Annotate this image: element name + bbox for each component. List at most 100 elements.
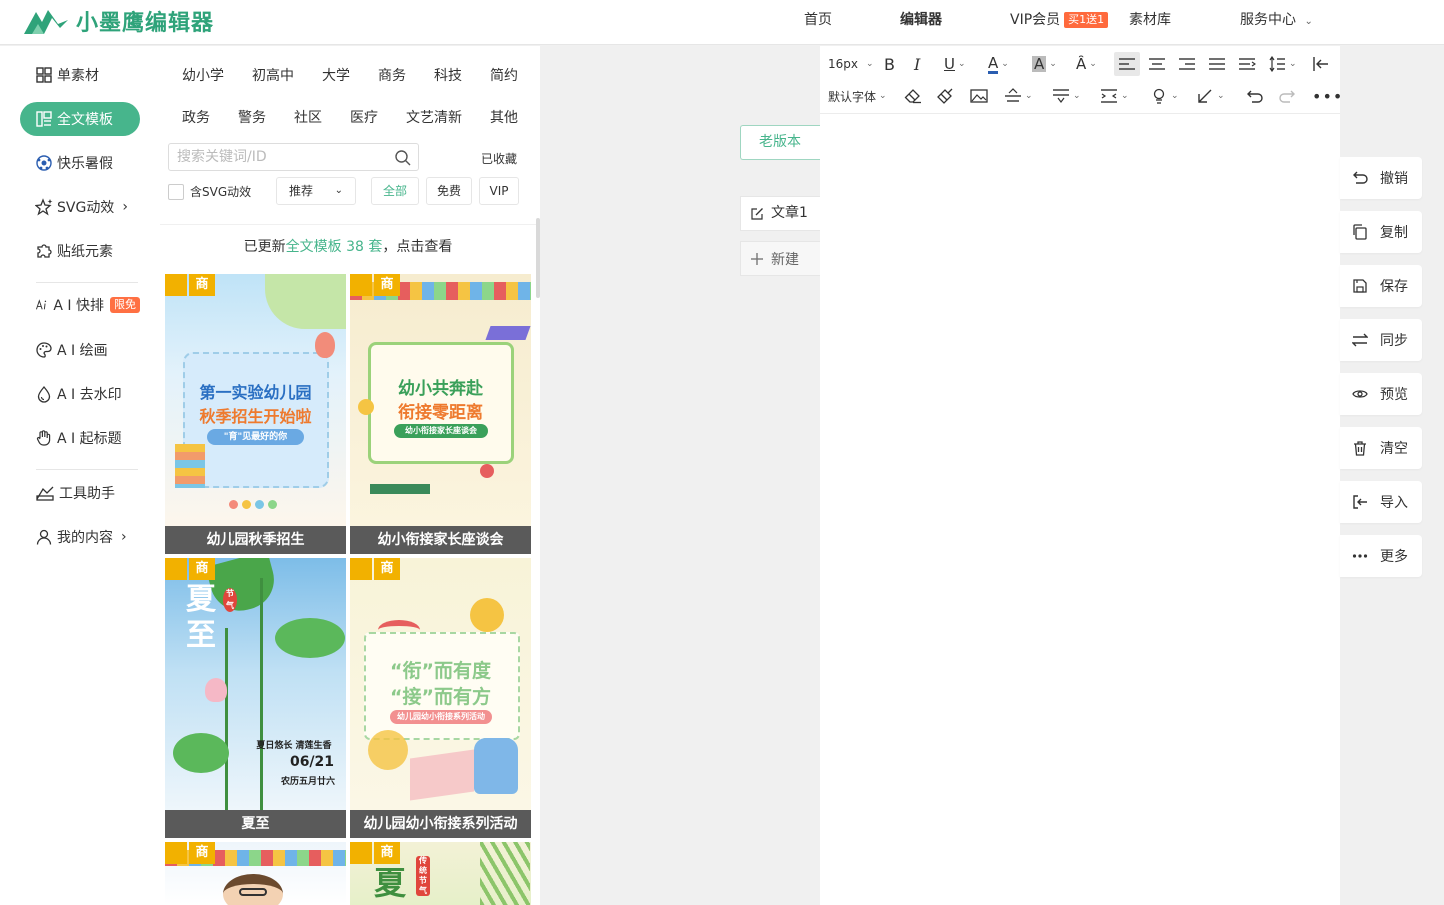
exit-format-button[interactable] [1312,52,1330,76]
vip-v-badge [165,274,187,296]
category-tab[interactable]: 大学 [322,65,350,85]
sidebar-item-ai-title[interactable]: A I 起标题 [20,421,140,455]
checkbox-box [168,183,184,200]
sidebar-item-full-template[interactable]: 全文模板 [20,102,140,136]
nav-service[interactable]: 服务中心 ⌄ [1240,0,1313,45]
category-tab[interactable]: 科技 [434,65,462,85]
sidebar-item-stickers[interactable]: 贴纸元素 [20,234,140,268]
sidebar-item-label: 单素材 [57,68,99,84]
bold-button[interactable]: B [884,52,895,76]
align-center-button[interactable] [1148,52,1166,76]
divider-style-button[interactable]: ⌄ [1004,84,1033,108]
italic-button[interactable]: I [914,52,920,76]
clear-button[interactable]: 清空 [1340,427,1422,469]
action-label: 复制 [1380,225,1408,241]
category-tab[interactable]: 幼小学 [182,65,224,85]
nav-home[interactable]: 首页 [804,0,832,45]
template-card[interactable]: 第一实验幼儿园 秋季招生开始啦 "育"见最好的你 商 幼儿园秋季招生 [165,274,346,554]
template-card[interactable]: “衔”而有度 “接”而有方 幼儿园幼小衔接系列活动 商 幼儿园幼小衔接系列活动 [350,558,531,838]
template-card[interactable]: 夏 传统节气 商 [350,842,531,905]
template-card[interactable]: 幼小共奔赴 衔接零距离 幼小衔接家长座谈会 商 幼小衔接家长座谈会 [350,274,531,554]
category-tab[interactable]: 警务 [238,107,266,127]
format-painter-button[interactable] [936,84,954,108]
sidebar-item-single-material[interactable]: 单素材 [20,58,140,92]
filter-free[interactable]: 免费 [426,177,472,205]
sidebar-item-ai-watermark[interactable]: A I 去水印 [20,377,140,411]
document-tab[interactable]: 文章1 [740,196,820,231]
category-tab[interactable]: 商务 [378,65,406,85]
sidebar-item-label: A I 绘画 [57,343,108,359]
category-tab[interactable]: 政务 [182,107,210,127]
rotate-button[interactable]: ⌄ [1196,84,1225,108]
sidebar-item-svg-effects[interactable]: SVG动效 › [20,190,140,224]
filter-vip[interactable]: VIP [479,177,519,205]
sidebar-item-label: 贴纸元素 [57,244,113,260]
category-tab[interactable]: 社区 [294,107,322,127]
align-left-button[interactable] [1114,52,1140,76]
text-effect-button[interactable]: Ȃ ⌄ [1076,52,1097,76]
sidebar-divider [36,469,138,470]
nav-editor[interactable]: 编辑器 [900,0,942,45]
commercial-badge: 商 [189,558,215,580]
undo-toolbar-button[interactable] [1246,84,1264,108]
sidebar-item-label: A I 快排 [53,298,104,314]
sync-button[interactable]: 同步 [1340,319,1422,361]
emphasis-button[interactable]: ⌄ [1150,84,1179,108]
filter-all[interactable]: 全部 [371,177,419,205]
sidebar-item-ai-layout[interactable]: A I 快排 限免 [20,288,140,322]
chevron-down-icon: ⌄ [1049,59,1057,69]
letter-spacing-button[interactable]: ⌄ [1100,84,1129,108]
old-version-button[interactable]: 老版本 [740,125,820,160]
category-tab[interactable]: 初高中 [252,65,294,85]
favorites-link[interactable]: 已收藏 [481,150,517,167]
template-caption: 幼小衔接家长座谈会 [350,526,531,554]
scrollbar[interactable] [536,218,540,298]
template-search-input[interactable]: 搜索关键词/ID [168,143,419,171]
logo[interactable]: 小墨鹰编辑器 [22,3,214,39]
template-card[interactable]: 商 [165,842,346,905]
underline-button[interactable]: U ⌄ [944,52,966,76]
save-button[interactable]: 保存 [1340,265,1422,307]
svg-effect-checkbox[interactable]: 含SVG动效 [168,183,251,200]
line-height-button[interactable]: ⌄ [1268,52,1297,76]
underline-icon: U [944,55,955,73]
new-document-button[interactable]: 新建 [740,241,820,276]
more-button[interactable]: 更多 [1340,535,1422,577]
search-icon[interactable] [394,149,412,167]
nav-vip[interactable]: VIP会员 买1送1 [1010,0,1109,45]
undo-button[interactable]: 撤销 [1340,157,1422,199]
category-tab[interactable]: 其他 [490,107,518,127]
more-toolbar-button[interactable]: ••• [1312,84,1343,108]
eraser-button[interactable] [904,84,922,108]
sidebar-item-tools[interactable]: 工具助手 [20,476,140,510]
spacing-button[interactable]: ⌄ [1052,84,1081,108]
highlight-button[interactable]: A ⌄ [1032,52,1057,76]
arrow-down-left-icon [1198,89,1212,103]
update-notice[interactable]: 已更新全文模板 38 套，点击查看 [160,224,536,268]
copy-button[interactable]: 复制 [1340,211,1422,253]
commercial-badge: 商 [374,842,400,864]
preview-button[interactable]: 预览 [1340,373,1422,415]
font-family-select[interactable]: 默认字体 ⌄ [828,84,887,108]
font-size-select[interactable]: 16px ⌄ [828,52,874,76]
template-card[interactable]: 夏至 节气 夏日悠长 清莲生香 06/21 农历五月廿六 商 夏至 [165,558,346,838]
sort-dropdown[interactable]: 推荐 ⌄ [276,177,356,205]
category-tab[interactable]: 简约 [490,65,518,85]
align-right-button[interactable] [1178,52,1196,76]
image-button[interactable] [970,84,988,108]
indent-button[interactable] [1238,52,1256,76]
nav-materials[interactable]: 素材库 [1129,0,1171,45]
category-tab[interactable]: 医疗 [350,107,378,127]
template-thumbnail: 第一实验幼儿园 秋季招生开始啦 "育"见最好的你 商 [165,274,346,526]
redo-toolbar-button[interactable] [1278,84,1296,108]
editor-area: 16px ⌄ B I U ⌄ A ⌄ A ⌄ Ȃ ⌄ ⌄ 默认字体 ⌄ ⌄ ⌄ … [820,46,1343,905]
font-color-button[interactable]: A ⌄ [988,52,1009,76]
template-panel: 幼小学 初高中 大学 商务 科技 简约 政务 警务 社区 医疗 文艺清新 其他 … [160,46,540,905]
category-tab[interactable]: 文艺清新 [406,107,462,127]
sidebar-item-my-content[interactable]: 我的内容 › [20,520,140,554]
sidebar-item-summer[interactable]: 快乐暑假 [20,146,140,180]
justify-button[interactable] [1208,52,1226,76]
card-title-line1: “衔”而有度 [390,660,491,682]
import-button[interactable]: 导入 [1340,481,1422,523]
sidebar-item-ai-draw[interactable]: A I 绘画 [20,333,140,367]
